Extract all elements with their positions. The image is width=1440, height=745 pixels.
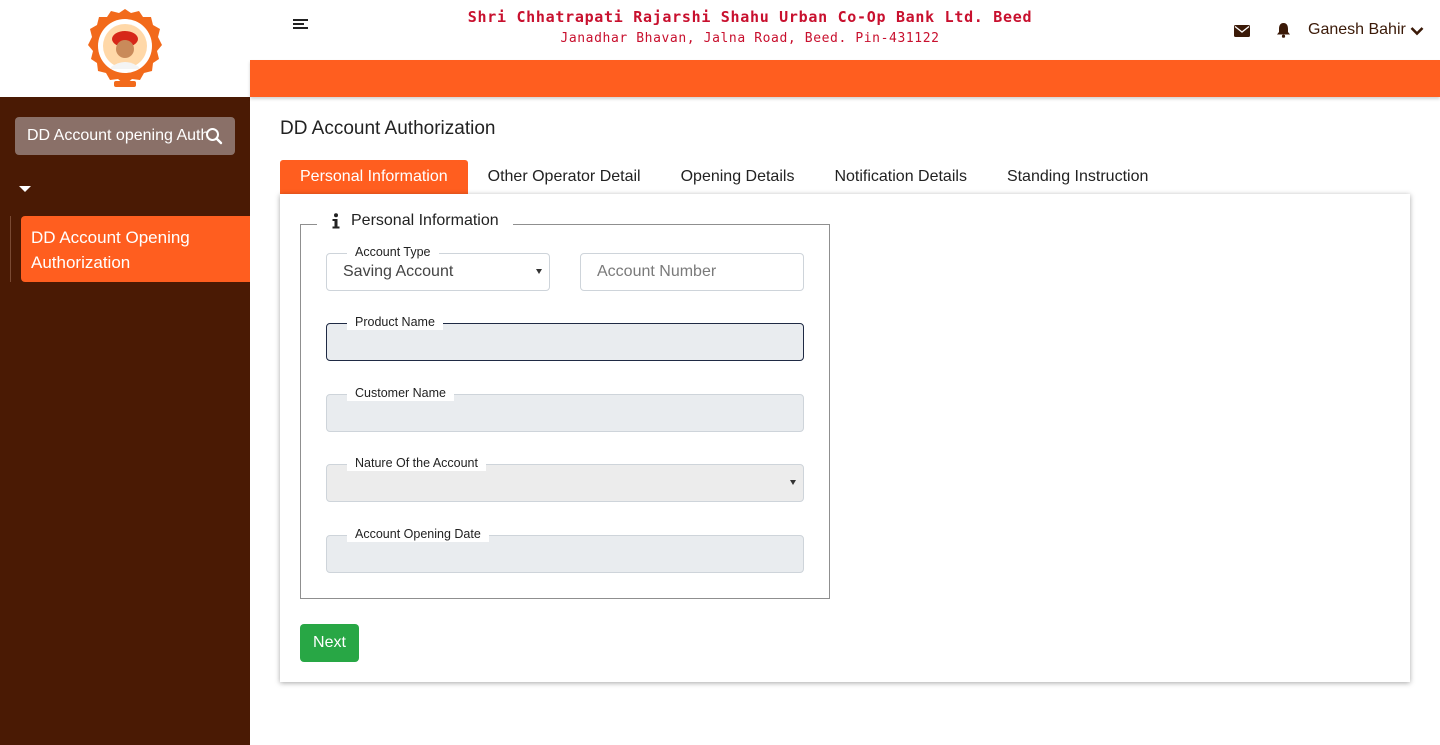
sidebar: DD Account opening Authorization DD Acco… [0,0,250,745]
sidebar-search-value: DD Account opening Authorization [27,127,207,144]
sidebar-search-input[interactable]: DD Account opening Authorization [15,117,235,155]
caret-down-icon[interactable] [19,186,31,192]
user-name[interactable]: Ganesh Bahir [1308,21,1406,39]
account-type-select[interactable]: Account Type Saving Account [326,244,550,291]
account-type-value: Saving Account [343,263,454,280]
customer-name-label: Customer Name [347,385,454,401]
sidebar-item-label: DD Account Opening Authorization [31,228,190,272]
personal-information-fieldset: Personal Information Account Type Saving… [300,209,830,599]
page-title: DD Account Authorization [280,118,496,139]
tab-bar: Personal Information Other Operator Deta… [280,160,1168,194]
form-card: Personal Information Account Type Saving… [280,194,1410,682]
product-name-field[interactable]: Product Name [326,314,804,361]
bank-title: Shri Chhatrapati Rajarshi Shahu Urban Co… [467,8,1033,26]
tab-other-operator-detail[interactable]: Other Operator Detail [468,160,661,194]
section-title: Personal Information [351,212,499,229]
tab-notification-details[interactable]: Notification Details [814,160,987,194]
section-legend: Personal Information [317,209,513,233]
tab-standing-instruction[interactable]: Standing Instruction [987,160,1168,194]
account-opening-date-label: Account Opening Date [347,526,489,542]
product-name-label: Product Name [347,314,443,330]
sidebar-item-dd-account-opening-authorization[interactable]: DD Account Opening Authorization [21,216,250,282]
nature-of-account-select[interactable]: Nature Of the Account [326,455,804,502]
chevron-down-icon[interactable] [1410,26,1424,36]
select-arrow-icon [536,269,542,274]
account-number-input[interactable]: Account Number [580,253,804,291]
tab-opening-details[interactable]: Opening Details [661,160,815,194]
customer-name-field[interactable]: Customer Name [326,385,804,432]
search-icon[interactable] [205,127,223,145]
bank-address: Janadhar Bhavan, Jalna Road, Beed. Pin-4… [560,31,940,46]
select-arrow-icon [790,480,796,485]
mail-icon[interactable] [1234,25,1250,37]
bank-logo [88,8,162,87]
account-type-label: Account Type [347,244,439,260]
tab-personal-information[interactable]: Personal Information [280,160,468,194]
sidebar-tree-line [10,216,11,282]
nature-of-account-label: Nature Of the Account [347,455,486,471]
account-number-placeholder: Account Number [597,263,717,280]
logo-area [0,0,250,97]
next-button[interactable]: Next [300,624,359,662]
info-icon [332,213,340,229]
bell-icon[interactable] [1276,22,1291,38]
account-opening-date-field[interactable]: Account Opening Date [326,526,804,573]
header-accent-bar [250,60,1440,97]
